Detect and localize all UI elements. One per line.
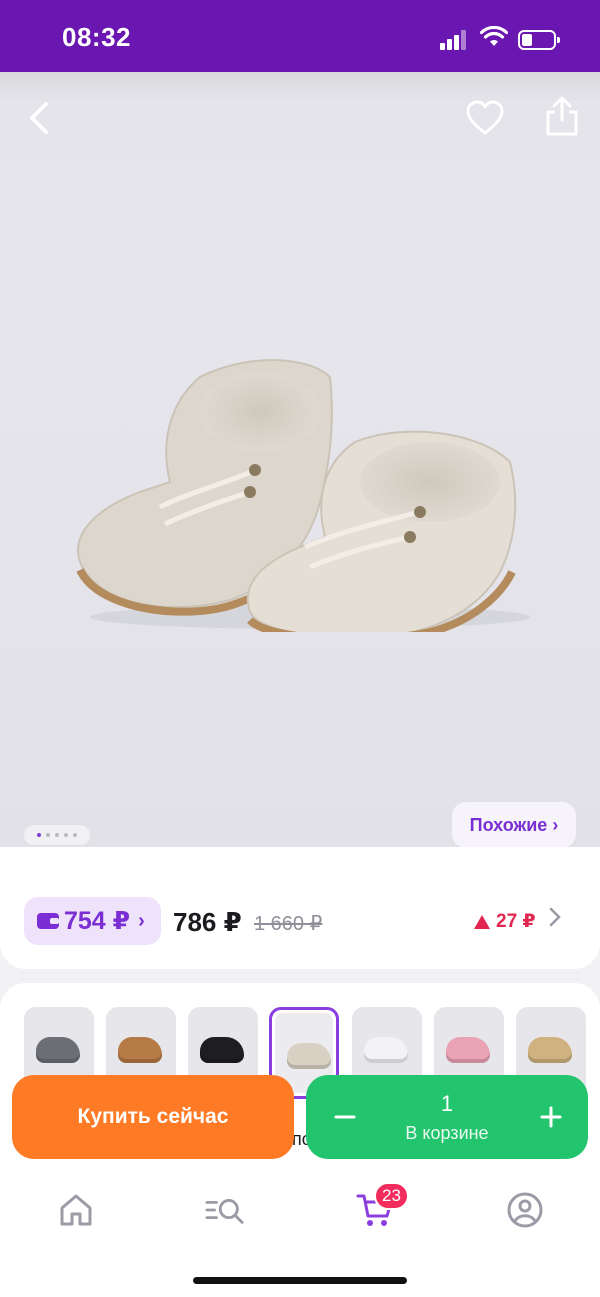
wallet-price-button[interactable]: 754 ₽ › — [24, 897, 161, 945]
buy-now-button[interactable]: Купить сейчас — [12, 1075, 294, 1159]
pagination-dot — [46, 833, 50, 837]
share-icon[interactable] — [542, 94, 582, 138]
plus-icon[interactable] — [536, 1097, 566, 1137]
shoe-thumbnail — [200, 1037, 244, 1063]
shoe-thumbnail — [118, 1037, 162, 1063]
shoe-thumbnail — [528, 1037, 572, 1063]
wallet-price: 754 ₽ — [64, 907, 131, 935]
pagination-dot — [73, 833, 77, 837]
shoe-thumbnail — [36, 1037, 80, 1063]
arrow-up-icon — [474, 914, 490, 929]
similar-button[interactable]: Похожие › — [452, 802, 576, 847]
chevron-right-icon: › — [138, 909, 145, 932]
back-icon[interactable] — [22, 98, 62, 138]
cellular-signal-icon — [440, 30, 466, 50]
pagination-dot — [55, 833, 59, 837]
price-card: 754 ₽ › 786 ₽ 1 660 ₽ 27 ₽ — [0, 847, 600, 969]
chevron-right-icon[interactable] — [548, 906, 562, 928]
pagination-dot-active — [37, 833, 41, 837]
price-change-value: 27 ₽ — [496, 911, 536, 932]
home-indicator[interactable] — [193, 1277, 407, 1284]
product-gallery[interactable]: Похожие › — [0, 72, 600, 847]
home-icon[interactable] — [56, 1190, 96, 1230]
shoe-thumbnail — [446, 1037, 490, 1063]
status-time: 08:32 — [62, 22, 131, 52]
current-price: 786 ₽ — [173, 907, 242, 937]
catalog-search-icon[interactable] — [205, 1190, 245, 1230]
battery-icon — [518, 30, 560, 50]
cart-stepper: 1 В корзине — [306, 1075, 588, 1159]
gallery-pagination — [24, 825, 90, 845]
product-image — [76, 359, 530, 632]
old-price: 1 660 ₽ — [254, 913, 323, 935]
price-change[interactable]: 27 ₽ — [474, 910, 536, 933]
heart-icon[interactable] — [464, 98, 506, 138]
status-bar: 08:32 — [0, 0, 600, 72]
profile-icon[interactable] — [505, 1190, 545, 1230]
cart-badge: 23 — [374, 1182, 409, 1210]
wallet-icon — [37, 913, 59, 929]
pagination-dot — [64, 833, 68, 837]
shoe-thumbnail — [287, 1043, 331, 1069]
wifi-icon — [480, 26, 508, 46]
shoe-thumbnail — [364, 1037, 408, 1063]
